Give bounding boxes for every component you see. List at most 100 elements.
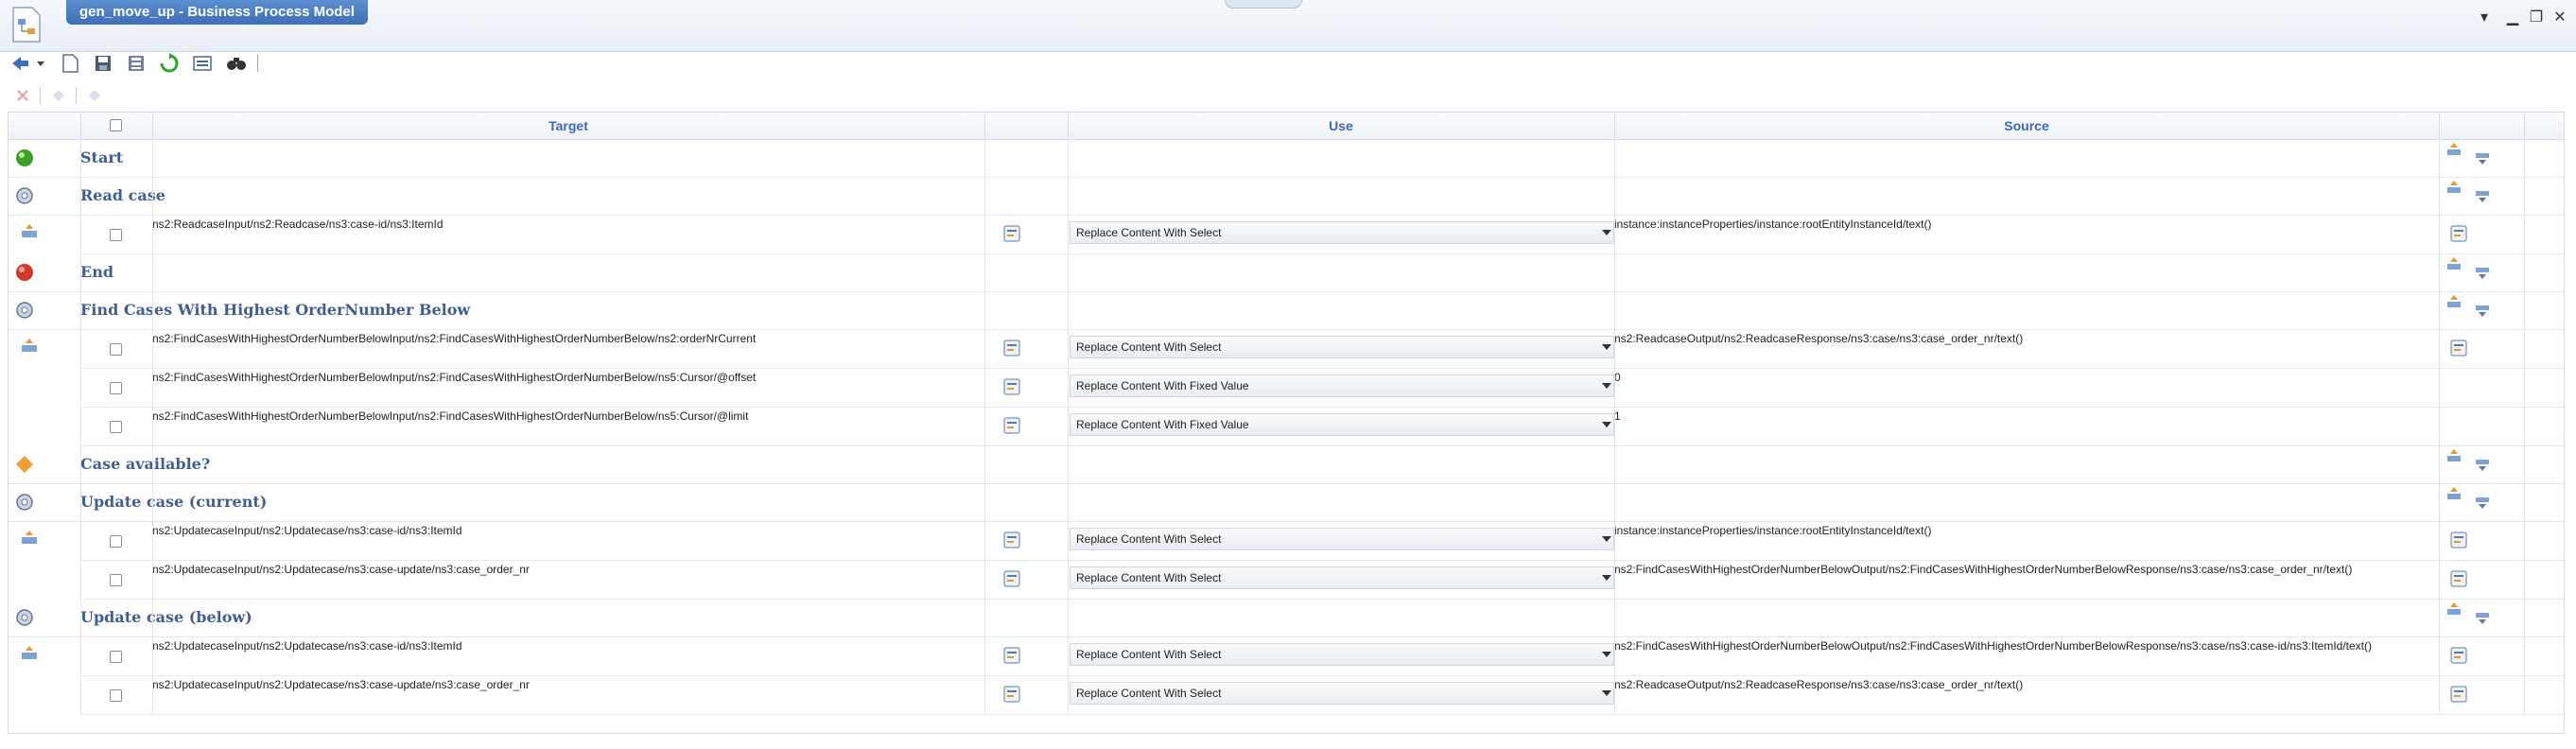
target-xpath[interactable]: ns2:UpdatecaseInput/ns2:Updatecase/ns3:c… xyxy=(152,639,462,653)
add-mapping-icon[interactable] xyxy=(2445,141,2463,160)
mapping-row[interactable]: ns2:FindCasesWithHighestOrderNumberBelow… xyxy=(80,329,2564,369)
insert-mapping-icon[interactable] xyxy=(2473,186,2492,205)
step-row[interactable]: Update case (current) xyxy=(9,483,2564,522)
use-select[interactable]: Replace Content With Fixed Value xyxy=(1070,413,1614,436)
add-mapping-icon[interactable] xyxy=(2445,293,2463,312)
mapping-row[interactable]: ns2:UpdatecaseInput/ns2:Updatecase/ns3:c… xyxy=(80,675,2564,715)
mapping-row[interactable]: ns2:FindCasesWithHighestOrderNumberBelow… xyxy=(80,368,2564,408)
mapping-checkbox[interactable] xyxy=(110,421,122,433)
step-row[interactable]: Case available? xyxy=(9,445,2564,484)
move-up-icon[interactable] xyxy=(49,86,68,105)
step-row[interactable]: Update case (below) xyxy=(9,599,2564,637)
add-mapping-icon[interactable] xyxy=(2445,255,2463,274)
chevron-down-icon[interactable] xyxy=(1602,383,1611,389)
target-xpath[interactable]: ns2:UpdatecaseInput/ns2:Updatecase/ns3:c… xyxy=(152,563,530,576)
target-xpath[interactable]: ns2:ReadcaseInput/ns2:Readcase/ns3:case-… xyxy=(152,218,444,231)
insert-mapping-icon[interactable] xyxy=(2473,455,2492,474)
add-mapping-icon[interactable] xyxy=(2445,447,2463,466)
use-select[interactable]: Replace Content With Select xyxy=(1070,566,1614,589)
restore-icon[interactable]: ❐ xyxy=(2527,9,2546,26)
edit-target-icon[interactable] xyxy=(1002,377,1021,396)
mapping-row[interactable]: ns2:ReadcaseInput/ns2:Readcase/ns3:case-… xyxy=(80,215,2564,254)
edit-target-icon[interactable] xyxy=(1002,416,1021,435)
insert-mapping-icon[interactable] xyxy=(2473,263,2492,282)
back-arrow-icon[interactable] xyxy=(9,52,32,75)
close-icon[interactable]: ✕ xyxy=(2550,9,2569,26)
target-xpath[interactable]: ns2:UpdatecaseInput/ns2:Updatecase/ns3:c… xyxy=(152,678,530,691)
mapping-row[interactable]: ns2:FindCasesWithHighestOrderNumberBelow… xyxy=(80,407,2564,446)
source-xpath[interactable]: ns2:ReadcaseOutput/ns2:ReadcaseResponse/… xyxy=(1614,678,2023,691)
target-xpath[interactable]: ns2:FindCasesWithHighestOrderNumberBelow… xyxy=(152,409,748,423)
mapping-row[interactable]: ns2:UpdatecaseInput/ns2:Updatecase/ns3:c… xyxy=(80,636,2564,676)
source-column-header[interactable]: Source xyxy=(1614,113,2440,139)
source-xpath[interactable]: instance:instanceProperties/instance:roo… xyxy=(1614,218,1932,231)
move-down-icon[interactable] xyxy=(85,86,104,105)
add-mapping-icon[interactable] xyxy=(2445,179,2463,198)
chevron-down-icon[interactable] xyxy=(1602,690,1611,696)
properties-icon[interactable] xyxy=(191,52,214,75)
mapping-checkbox[interactable] xyxy=(110,574,122,586)
use-select[interactable]: Replace Content With Fixed Value xyxy=(1070,374,1614,397)
insert-mapping-icon[interactable] xyxy=(2473,608,2492,627)
edit-target-icon[interactable] xyxy=(1002,646,1021,665)
save-as-icon[interactable] xyxy=(125,52,148,75)
target-column-header[interactable]: Target xyxy=(152,113,985,139)
mapping-row[interactable]: ns2:UpdatecaseInput/ns2:Updatecase/ns3:c… xyxy=(80,521,2564,561)
step-row[interactable]: Read case xyxy=(9,177,2564,216)
dropdown-menu-icon[interactable]: ▾ xyxy=(2475,9,2494,26)
edit-target-icon[interactable] xyxy=(1002,685,1021,704)
chevron-down-icon[interactable] xyxy=(1602,575,1611,581)
edit-target-icon[interactable] xyxy=(1002,531,1021,549)
use-column-header[interactable]: Use xyxy=(1068,113,1615,139)
chevron-down-icon[interactable] xyxy=(1602,344,1611,350)
find-icon[interactable] xyxy=(225,52,248,75)
delete-icon[interactable] xyxy=(13,86,32,105)
source-xpath[interactable]: ns2:ReadcaseOutput/ns2:ReadcaseResponse/… xyxy=(1614,332,2023,345)
use-select[interactable]: Replace Content With Select xyxy=(1070,682,1614,705)
source-xpath[interactable]: 0 xyxy=(1614,371,1621,384)
new-document-icon[interactable] xyxy=(59,52,81,75)
edit-source-icon[interactable] xyxy=(2449,685,2468,704)
edit-target-icon[interactable] xyxy=(1002,339,1021,357)
add-mapping-icon[interactable] xyxy=(2445,601,2463,619)
step-row[interactable]: Start xyxy=(9,139,2564,178)
mapping-checkbox[interactable] xyxy=(110,535,122,548)
panel-toggle-handle[interactable] xyxy=(1225,0,1302,9)
chevron-down-icon[interactable] xyxy=(1602,652,1611,657)
mapping-checkbox[interactable] xyxy=(110,343,122,356)
source-xpath[interactable]: instance:instanceProperties/instance:roo… xyxy=(1614,524,1932,537)
insert-mapping-icon[interactable] xyxy=(2473,148,2492,167)
refresh-icon[interactable] xyxy=(158,52,181,75)
chevron-down-icon[interactable] xyxy=(1602,536,1611,542)
source-xpath[interactable]: 1 xyxy=(1614,409,1621,423)
edit-source-icon[interactable] xyxy=(2449,569,2468,588)
minimize-icon[interactable]: ▁ xyxy=(2503,9,2522,26)
mapping-checkbox[interactable] xyxy=(110,689,122,702)
step-row[interactable]: Find Cases With Highest OrderNumber Belo… xyxy=(9,291,2564,330)
use-select[interactable]: Replace Content With Select xyxy=(1070,643,1614,666)
chevron-down-icon[interactable] xyxy=(34,52,47,75)
edit-source-icon[interactable] xyxy=(2449,339,2468,357)
save-icon[interactable] xyxy=(92,52,114,75)
edit-source-icon[interactable] xyxy=(2449,531,2468,549)
mapping-checkbox[interactable] xyxy=(110,651,122,663)
target-xpath[interactable]: ns2:FindCasesWithHighestOrderNumberBelow… xyxy=(152,371,756,384)
chevron-down-icon[interactable] xyxy=(1602,230,1611,235)
target-xpath[interactable]: ns2:FindCasesWithHighestOrderNumberBelow… xyxy=(152,332,756,345)
edit-source-icon[interactable] xyxy=(2449,224,2468,243)
use-select[interactable]: Replace Content With Select xyxy=(1070,528,1614,550)
use-select[interactable]: Replace Content With Select xyxy=(1070,336,1614,358)
insert-mapping-icon[interactable] xyxy=(2473,493,2492,512)
use-select[interactable]: Replace Content With Select xyxy=(1070,221,1614,244)
edit-target-icon[interactable] xyxy=(1002,569,1021,588)
source-xpath[interactable]: ns2:FindCasesWithHighestOrderNumberBelow… xyxy=(1614,563,2352,576)
edit-target-icon[interactable] xyxy=(1002,224,1021,243)
target-xpath[interactable]: ns2:UpdatecaseInput/ns2:Updatecase/ns3:c… xyxy=(152,524,462,537)
edit-source-icon[interactable] xyxy=(2449,646,2468,665)
chevron-down-icon[interactable] xyxy=(1602,422,1611,427)
add-mapping-icon[interactable] xyxy=(2445,485,2463,504)
mapping-checkbox[interactable] xyxy=(110,229,122,241)
mapping-row[interactable]: ns2:UpdatecaseInput/ns2:Updatecase/ns3:c… xyxy=(80,560,2564,600)
mapping-checkbox[interactable] xyxy=(110,382,122,394)
source-xpath[interactable]: ns2:FindCasesWithHighestOrderNumberBelow… xyxy=(1614,639,2372,653)
